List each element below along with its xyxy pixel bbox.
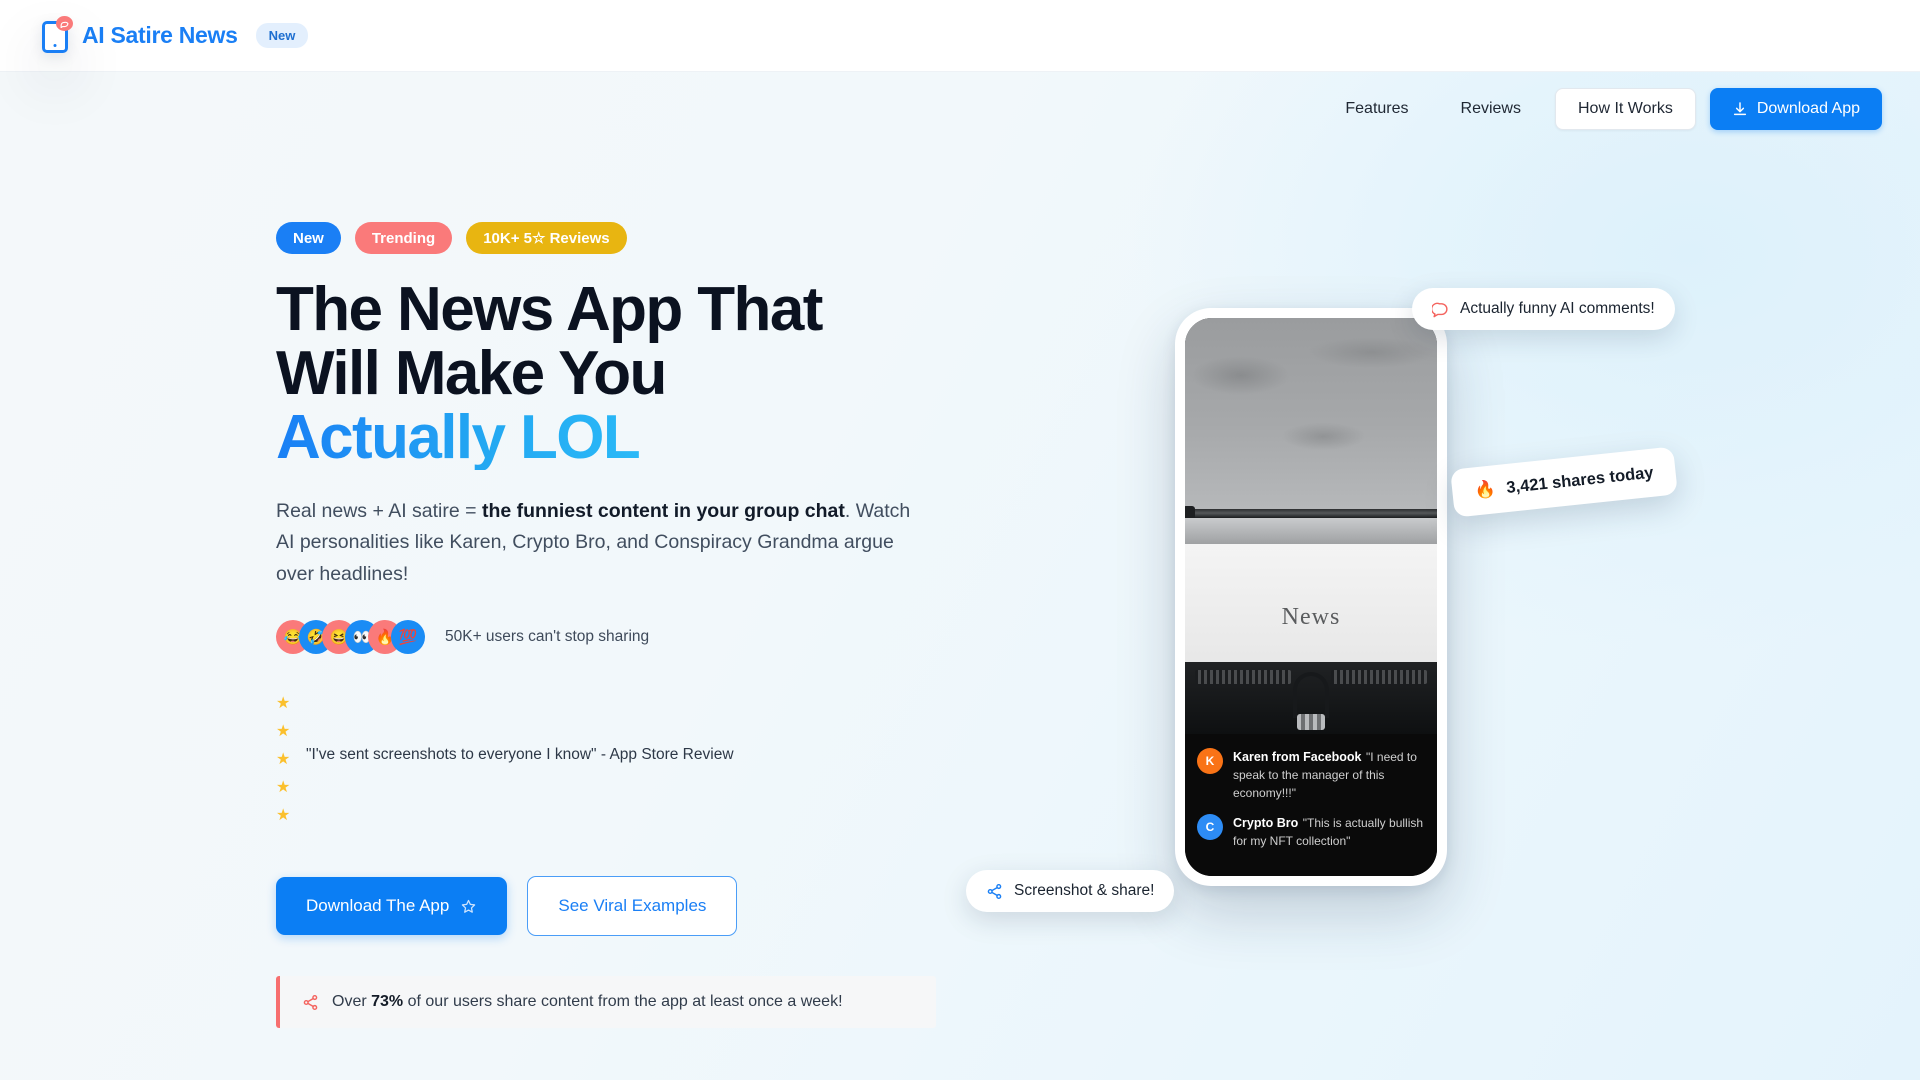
headline-line-1: The News App That <box>276 275 823 344</box>
page-title: The News App That Will Make You Actually… <box>276 278 966 470</box>
nav-item-reviews[interactable]: Reviews <box>1435 90 1547 128</box>
hero-left-column: New Trending 10K+ 5☆ Reviews The News Ap… <box>276 222 966 1029</box>
brand-new-badge: New <box>255 23 309 48</box>
hero-badges: New Trending 10K+ 5☆ Reviews <box>276 222 966 254</box>
review-quote: "I've sent screenshots to everyone I kno… <box>306 746 734 764</box>
top-bar: AI Satire News New <box>0 0 1920 72</box>
download-the-app-button[interactable]: Download The App <box>276 877 508 936</box>
floating-comments-label: Actually funny AI comments! <box>1460 300 1655 317</box>
stat-prefix: Over <box>332 993 372 1011</box>
social-proof-text: 50K+ users can't stop sharing <box>445 628 650 646</box>
floating-screenshot-label: Screenshot & share! <box>1014 882 1155 899</box>
social-proof: 😂 🤣 😆 👀 🔥 💯 50K+ users can't stop sharin… <box>276 620 966 655</box>
avatar: 💯 <box>391 620 425 655</box>
hero-cta-group: Download The App See Viral Examples <box>276 876 966 937</box>
see-viral-examples-button[interactable]: See Viral Examples <box>527 876 738 937</box>
avatar-stack: 😂 🤣 😆 👀 🔥 💯 <box>276 620 425 655</box>
badge-new: New <box>276 222 341 254</box>
comment-author: Karen from Facebook <box>1233 750 1362 764</box>
headline-line-2: Will Make You <box>276 338 667 408</box>
comment-avatar: C <box>1197 814 1223 840</box>
sub-bold-1: the funniest content in your group chat <box>481 499 845 522</box>
how-it-works-button[interactable]: How It Works <box>1554 88 1696 130</box>
stat-value: 73% <box>371 993 404 1011</box>
floating-shares-card: 🔥 3,421 shares today <box>1450 446 1678 518</box>
sub-part-1: Real news + AI satire = <box>276 499 482 522</box>
hero-section: Features Reviews How It Works Download A… <box>0 72 1920 1080</box>
floating-comments-pill: Actually funny AI comments! <box>1412 288 1675 330</box>
floating-shares-label: 3,421 shares today <box>1505 463 1655 497</box>
nav-item-features[interactable]: Features <box>1319 90 1434 128</box>
comment-item: K Karen from Facebook "I need to speak t… <box>1197 748 1425 802</box>
comment-author: Crypto Bro <box>1233 816 1299 830</box>
comment-item: C Crypto Bro "This is actually bullish f… <box>1197 814 1425 850</box>
share-icon <box>987 883 1002 899</box>
fire-icon: 🔥 <box>1473 479 1497 501</box>
badge-reviews: 10K+ 5☆ Reviews <box>466 222 627 254</box>
phone-mockup: News K Karen from Facebook "I need to sp… <box>1175 308 1447 886</box>
phone-screen: News K Karen from Facebook "I need to sp… <box>1185 318 1437 876</box>
phone-comments-panel: K Karen from Facebook "I need to speak t… <box>1185 734 1437 876</box>
headline-accent: Actually LOL <box>276 402 641 472</box>
download-app-button[interactable]: Download App <box>1709 88 1882 130</box>
star-icon: ★ <box>276 807 291 825</box>
download-icon <box>1733 102 1746 116</box>
chat-bubble-icon <box>1432 302 1448 317</box>
share-icon <box>303 994 318 1010</box>
download-the-app-label: Download The App <box>306 896 450 916</box>
photo-word: News <box>1281 603 1341 630</box>
typewriter-photo: News <box>1185 318 1437 734</box>
phone-chat-icon <box>40 15 73 55</box>
star-outline-icon <box>462 899 476 913</box>
comment-avatar: K <box>1197 748 1223 774</box>
brand-name: AI Satire News <box>82 22 238 48</box>
badge-trending: Trending <box>354 222 453 254</box>
download-app-label: Download App <box>1756 100 1860 117</box>
star-icon: ★ <box>276 723 291 741</box>
brand[interactable]: AI Satire News New <box>40 15 309 55</box>
floating-screenshot-pill: Screenshot & share! <box>966 870 1175 912</box>
star-icon: ★ <box>276 695 291 713</box>
share-stat-text: Over 73% of our users share content from… <box>332 993 843 1011</box>
stat-suffix: of our users share content from the app … <box>403 993 843 1011</box>
hero-subtitle: Real news + AI satire = the funniest con… <box>276 496 926 591</box>
share-stat-callout: Over 73% of our users share content from… <box>276 976 936 1029</box>
star-icon: ★ <box>276 779 291 797</box>
main-nav: Features Reviews How It Works Download A… <box>1319 88 1882 130</box>
rating-block: ★ ★ ★ ★ ★ "I've sent screenshots to ever… <box>276 690 966 830</box>
